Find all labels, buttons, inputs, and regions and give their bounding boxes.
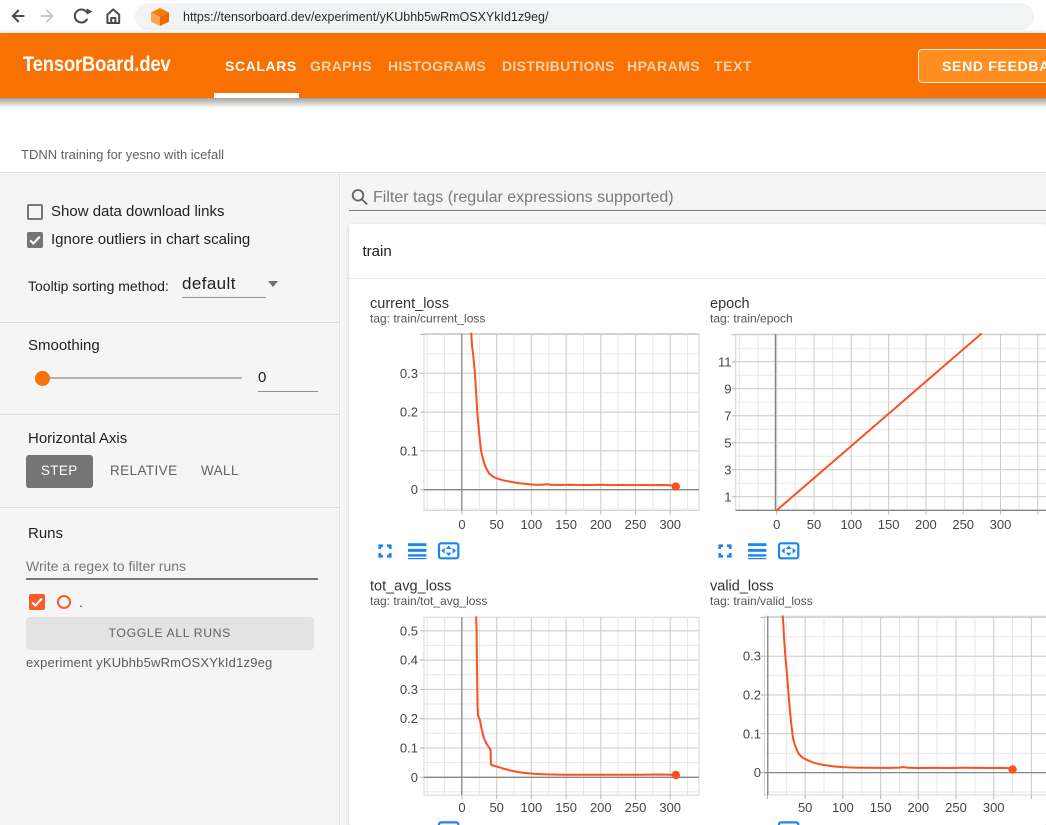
svg-text:250: 250: [625, 800, 647, 815]
svg-text:0.3: 0.3: [400, 366, 418, 381]
svg-text:150: 150: [870, 800, 892, 815]
svg-text:3: 3: [724, 462, 731, 477]
svg-text:0.2: 0.2: [400, 405, 418, 420]
svg-text:9: 9: [724, 381, 731, 396]
svg-text:0.5: 0.5: [400, 623, 418, 638]
svg-text:100: 100: [521, 800, 543, 815]
svg-text:0.3: 0.3: [743, 649, 761, 664]
svg-text:0.4: 0.4: [400, 653, 418, 668]
svg-text:tag: train/current_loss: tag: train/current_loss: [370, 312, 485, 326]
svg-text:150: 150: [878, 517, 900, 532]
svg-text:300: 300: [659, 517, 681, 532]
svg-text:0: 0: [773, 517, 780, 532]
svg-text:100: 100: [521, 517, 543, 532]
svg-text:tag: train/valid_loss: tag: train/valid_loss: [710, 594, 813, 608]
svg-text:valid_loss: valid_loss: [710, 579, 774, 595]
svg-text:0: 0: [754, 765, 761, 780]
svg-text:150: 150: [555, 800, 577, 815]
svg-text:0.3: 0.3: [400, 682, 418, 697]
svg-text:50: 50: [489, 800, 503, 815]
svg-text:50: 50: [807, 517, 821, 532]
svg-text:0: 0: [411, 482, 418, 497]
svg-text:250: 250: [625, 517, 647, 532]
svg-text:tot_avg_loss: tot_avg_loss: [370, 579, 451, 595]
svg-text:100: 100: [832, 800, 854, 815]
svg-text:50: 50: [798, 800, 812, 815]
svg-text:250: 250: [945, 800, 967, 815]
svg-text:50: 50: [489, 517, 503, 532]
svg-text:5: 5: [724, 435, 731, 450]
svg-text:tag: train/epoch: tag: train/epoch: [710, 312, 793, 326]
svg-text:0.1: 0.1: [400, 443, 418, 458]
svg-text:11: 11: [718, 354, 732, 369]
svg-text:7: 7: [724, 408, 731, 423]
svg-text:300: 300: [990, 517, 1012, 532]
svg-text:200: 200: [590, 517, 612, 532]
svg-text:200: 200: [907, 800, 929, 815]
svg-text:current_loss: current_loss: [370, 296, 449, 312]
svg-text:250: 250: [952, 517, 974, 532]
svg-text:100: 100: [840, 517, 862, 532]
svg-text:epoch: epoch: [710, 296, 750, 312]
svg-text:0.2: 0.2: [743, 688, 761, 703]
svg-text:0: 0: [458, 517, 465, 532]
svg-text:300: 300: [983, 800, 1005, 815]
svg-text:0.2: 0.2: [400, 711, 418, 726]
svg-text:0.1: 0.1: [400, 741, 418, 756]
svg-text:300: 300: [659, 800, 681, 815]
svg-text:150: 150: [555, 517, 577, 532]
svg-text:200: 200: [915, 517, 937, 532]
svg-text:0: 0: [411, 770, 418, 785]
svg-text:0.1: 0.1: [743, 726, 761, 741]
svg-text:tag: train/tot_avg_loss: tag: train/tot_avg_loss: [370, 594, 487, 608]
svg-text:1: 1: [724, 489, 731, 504]
svg-text:0: 0: [458, 800, 465, 815]
svg-text:200: 200: [590, 800, 612, 815]
